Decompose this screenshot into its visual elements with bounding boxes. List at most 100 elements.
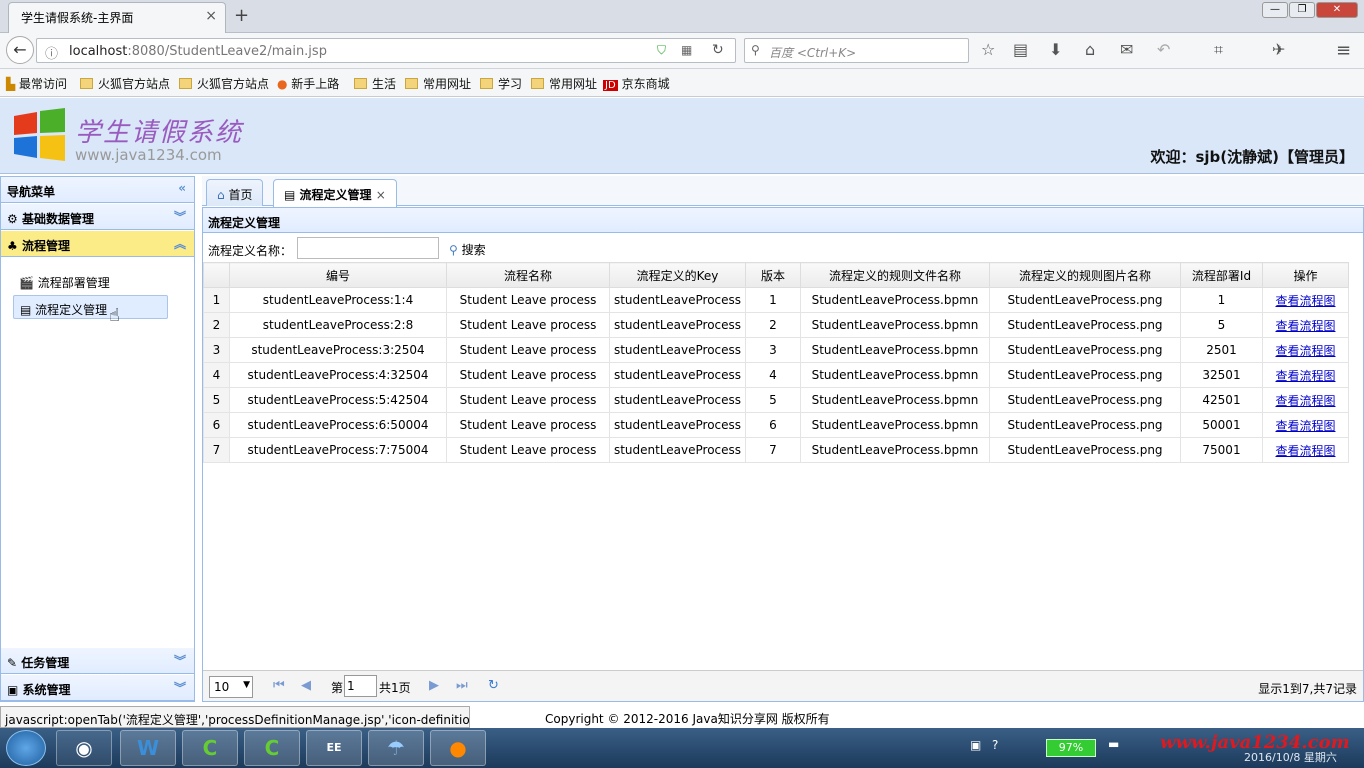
table-row[interactable]: 7 studentLeaveProcess:7:75004 Student Leav… [203,437,1349,463]
tab-process-definition[interactable]: ▤ 流程定义管理 × [273,179,397,207]
chevron-down-icon[interactable]: ︾ [174,652,186,669]
table-cell: Student Leave process [446,337,610,363]
reload-icon[interactable]: ↻ [712,42,724,58]
chevron-up-icon[interactable]: ︽ [174,235,186,252]
view-diagram-link[interactable]: 查看流程图 [1275,319,1335,333]
column-header[interactable]: 版本 [745,262,801,288]
filter-toolbar: 流程定义名称： ⚲ 搜索 [203,234,1363,262]
sidebar-section-task[interactable]: ✎ 任务管理 ︾ [1,648,194,674]
menu-icon[interactable]: ≡ [1336,40,1351,61]
process-name-input[interactable] [297,237,439,259]
table-row[interactable]: 4 studentLeaveProcess:4:32504 Student Leav… [203,362,1349,388]
page-number-input[interactable]: 1 [344,675,377,697]
minimize-icon[interactable]: — [1262,2,1288,18]
view-diagram-link[interactable]: 查看流程图 [1275,394,1335,408]
sidebar-section-process[interactable]: ♣ 流程管理 ︽ [1,231,194,257]
bookmark-most-visited[interactable]: ▙ 最常访问 [6,75,67,92]
back-arrow-icon[interactable]: ← [6,36,34,64]
app-icon-firefox[interactable]: ● [430,730,486,766]
table-row[interactable]: 5 studentLeaveProcess:5:42504 Student Leav… [203,387,1349,413]
hierarchy-icon: ♣ [7,239,18,253]
bookmark-label: 常用网址 [549,77,598,91]
new-tab-icon[interactable]: + [234,5,249,26]
reading-list-icon[interactable]: ▤ [1013,40,1028,59]
column-header[interactable]: 流程名称 [446,262,610,288]
table-row[interactable]: 3 studentLeaveProcess:3:2504 Student Leave… [203,337,1349,363]
maximize-icon[interactable]: ❐ [1289,2,1315,18]
close-window-icon[interactable]: ✕ [1316,2,1358,18]
battery-indicator[interactable]: 97% [1046,739,1096,757]
view-diagram-link[interactable]: 查看流程图 [1275,294,1335,308]
search-button[interactable]: ⚲ 搜索 [449,241,486,258]
first-page-icon[interactable]: ⏮ [273,678,285,693]
table-header-row: 编号 流程名称 流程定义的Key 版本 流程定义的规则文件名称 流程定义的规则图… [203,262,1349,288]
undo-icon[interactable]: ↶ [1157,40,1170,59]
page-size-select[interactable]: 10 ▼ [209,676,253,698]
collapse-left-icon[interactable]: « [178,181,186,195]
tab-home[interactable]: ⌂ 首页 [206,179,264,206]
system-icon: ▣ [7,683,19,697]
bookmark-link[interactable]: JD 京东商城 [603,75,670,92]
sidebar-title-label: 导航菜单 [7,185,56,199]
app-icon-eclipse[interactable]: EE [306,730,362,766]
table-row[interactable]: 1 studentLeaveProcess:1:4 Student Leave pr… [203,287,1349,313]
download-icon[interactable]: ⬇ [1049,40,1062,59]
last-page-icon[interactable]: ⏭ [456,678,468,693]
view-diagram-link[interactable]: 查看流程图 [1275,344,1335,358]
app-icon-paint[interactable]: ◉ [56,730,112,766]
bookmark-folder[interactable]: 火狐官方站点 [80,75,170,92]
bookmark-folder[interactable]: 生活 [354,75,396,92]
start-button[interactable] [6,730,46,766]
app-icon-word[interactable]: W [120,730,176,766]
next-page-icon[interactable]: ▶ [429,678,439,693]
prev-page-icon[interactable]: ◀ [301,678,311,693]
bookmark-folder[interactable]: 常用网址 [531,75,597,92]
chat-icon[interactable]: ✉ [1120,40,1133,59]
column-header[interactable]: 流程定义的规则文件名称 [800,262,990,288]
shield-icon[interactable]: ⛉ [657,43,666,58]
close-icon[interactable]: × [376,188,386,202]
sidebar-item-deployment[interactable]: 🎬 流程部署管理 [13,269,168,293]
refresh-icon[interactable]: ↻ [488,678,499,693]
chevron-down-icon[interactable]: ︾ [174,679,186,696]
star-icon[interactable]: ☆ [981,40,995,59]
table-cell: StudentLeaveProcess.png [989,362,1181,388]
view-diagram-link[interactable]: 查看流程图 [1275,419,1335,433]
help-icon[interactable]: ? [992,738,998,752]
table-cell: StudentLeaveProcess.png [989,287,1181,313]
app-icon-dolphin[interactable]: ☂ [368,730,424,766]
view-diagram-link[interactable]: 查看流程图 [1275,369,1335,383]
column-header[interactable]: 操作 [1262,262,1349,288]
column-header[interactable]: 流程定义的Key [609,262,746,288]
qr-code-icon[interactable]: ▦ [681,43,692,57]
url-bar[interactable]: ⓘ localhost:8080/StudentLeave2/main.jsp … [36,38,736,63]
home-icon[interactable]: ⌂ [1085,40,1095,59]
app-icon-camtasia[interactable]: C [182,730,238,766]
browser-tab[interactable]: 学生请假系统-主界面 × [8,2,226,33]
bookmark-link[interactable]: ● 新手上路 [277,75,339,92]
info-icon[interactable]: ⓘ [45,43,58,62]
power-icon[interactable]: ▬ [1108,737,1119,751]
chevron-down-icon[interactable]: ︾ [174,208,186,225]
bookmark-folder[interactable]: 学习 [480,75,522,92]
close-tab-icon[interactable]: × [205,8,217,24]
sidebar-section-basic-data[interactable]: ⚙ 基础数据管理 ︾ [1,204,194,230]
sidebar-item-definition[interactable]: ▤ 流程定义管理 [13,295,168,319]
tray-icon[interactable]: ▣ [970,738,981,752]
app-icon-camtasia[interactable]: C [244,730,300,766]
bookmarks-bar: ▙ 最常访问 火狐官方站点 火狐官方站点 ● 新手上路 生活 常用网址 学习 常… [0,69,1364,97]
tools-icon[interactable]: ✈ [1272,40,1285,59]
sidebar-section-system[interactable]: ▣ 系统管理 ︾ [1,675,194,701]
folder-icon [80,78,93,89]
table-cell: 5 [1180,312,1263,338]
search-bar[interactable]: ⚲ 百度 <Ctrl+K> [744,38,969,63]
column-header[interactable]: 流程定义的规则图片名称 [989,262,1181,288]
bookmark-folder[interactable]: 常用网址 [405,75,471,92]
view-diagram-link[interactable]: 查看流程图 [1275,444,1335,458]
column-header[interactable]: 编号 [229,262,447,288]
column-header[interactable]: 流程部署Id [1180,262,1263,288]
table-row[interactable]: 2 studentLeaveProcess:2:8 Student Leave pr… [203,312,1349,338]
bookmark-folder[interactable]: 火狐官方站点 [179,75,269,92]
crop-icon[interactable]: ⌗ [1214,40,1223,60]
table-row[interactable]: 6 studentLeaveProcess:6:50004 Student Leav… [203,412,1349,438]
